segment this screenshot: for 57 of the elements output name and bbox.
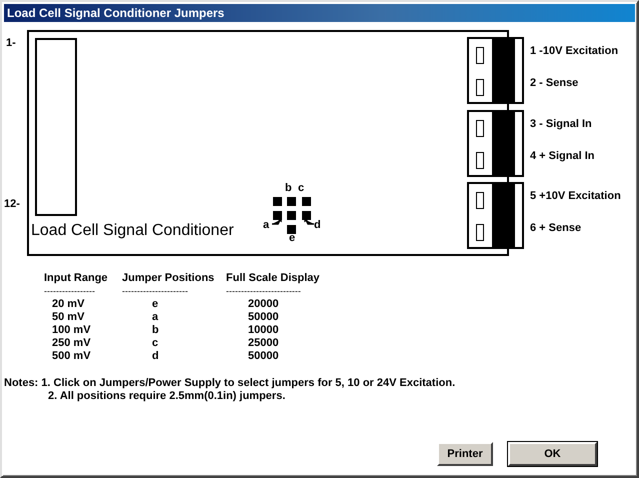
- board-label: Load Cell Signal Conditioner: [31, 222, 234, 240]
- note-text: Notes: 1. Click on Jumpers/Power Supply to select jumpers for 5, 10 or 24V Excitation.: [4, 377, 456, 390]
- jumper-label: e: [289, 233, 296, 244]
- jumper-label: c: [298, 183, 304, 194]
- terminal-slot: [476, 224, 484, 241]
- separator-line: -----------------: [44, 285, 95, 298]
- terminal-slot: [476, 192, 484, 209]
- separator-line: ----------------------: [122, 285, 188, 298]
- jumper-label: b: [285, 183, 292, 194]
- table-cell-text: 500 mV: [51, 350, 92, 363]
- column-header: Input Range: [44, 272, 109, 285]
- table-cell-text: 10000: [247, 324, 280, 337]
- table-cell-text: 250 mV: [51, 337, 92, 350]
- column-header: Full Scale Display: [226, 272, 321, 285]
- table-cell-text: b: [151, 324, 160, 337]
- terminal-label: 1 -10V Excitation: [530, 45, 618, 57]
- ok-button[interactable]: OK: [508, 442, 597, 466]
- jumper-pin[interactable]: [302, 197, 311, 206]
- table-cell-text: e: [151, 298, 160, 311]
- table-cell-text: 50000: [247, 350, 280, 363]
- table-cell-text: d: [151, 350, 160, 363]
- terminal-label: 5 +10V Excitation: [530, 190, 621, 202]
- terminal-slot: [476, 152, 484, 168]
- terminal-block[interactable]: [467, 37, 524, 104]
- jumper-pin[interactable]: [273, 197, 282, 206]
- jumper-pin[interactable]: [287, 197, 296, 206]
- arrow-icon: [271, 218, 282, 225]
- table-cell-text: 25000: [247, 337, 280, 350]
- pin-marker: 1-: [6, 37, 16, 49]
- terminal-block[interactable]: [467, 110, 524, 176]
- window-title: Load Cell Signal Conditioner Jumpers: [7, 6, 224, 20]
- column-header: Jumper Positions: [122, 272, 216, 285]
- terminal-label: 6 + Sense: [530, 222, 582, 234]
- jumper-pin[interactable]: [287, 211, 296, 220]
- note-text: 2. All positions require 2.5mm(0.1in) jumpers.: [47, 390, 286, 403]
- table-cell-text: 20000: [247, 298, 280, 311]
- terminal-slot: [476, 47, 484, 64]
- printer-button[interactable]: Printer: [437, 442, 493, 466]
- table-cell-text: a: [151, 311, 160, 324]
- jumper-label: a: [263, 220, 270, 231]
- pin-marker: 12-: [4, 198, 20, 210]
- terminal-block[interactable]: [467, 182, 524, 249]
- arrow-icon: [304, 218, 315, 225]
- terminal-slot: [476, 79, 484, 96]
- jumper-label: d: [314, 220, 321, 231]
- table-cell-text: 100 mV: [51, 324, 92, 337]
- terminal-label: 4 + Signal In: [530, 150, 594, 162]
- separator-line: -------------------------: [226, 285, 301, 298]
- terminal-slot: [476, 120, 484, 136]
- jumper-pin[interactable]: [302, 211, 311, 220]
- terminal-label: 2 - Sense: [530, 77, 578, 89]
- table-cell-text: c: [151, 337, 160, 350]
- table-cell-text: 50 mV: [51, 311, 86, 324]
- jumper-pin[interactable]: [287, 225, 296, 234]
- table-cell-text: 50000: [247, 311, 280, 324]
- terminal-label: 3 - Signal In: [530, 118, 592, 130]
- table-cell-text: 20 mV: [51, 298, 86, 311]
